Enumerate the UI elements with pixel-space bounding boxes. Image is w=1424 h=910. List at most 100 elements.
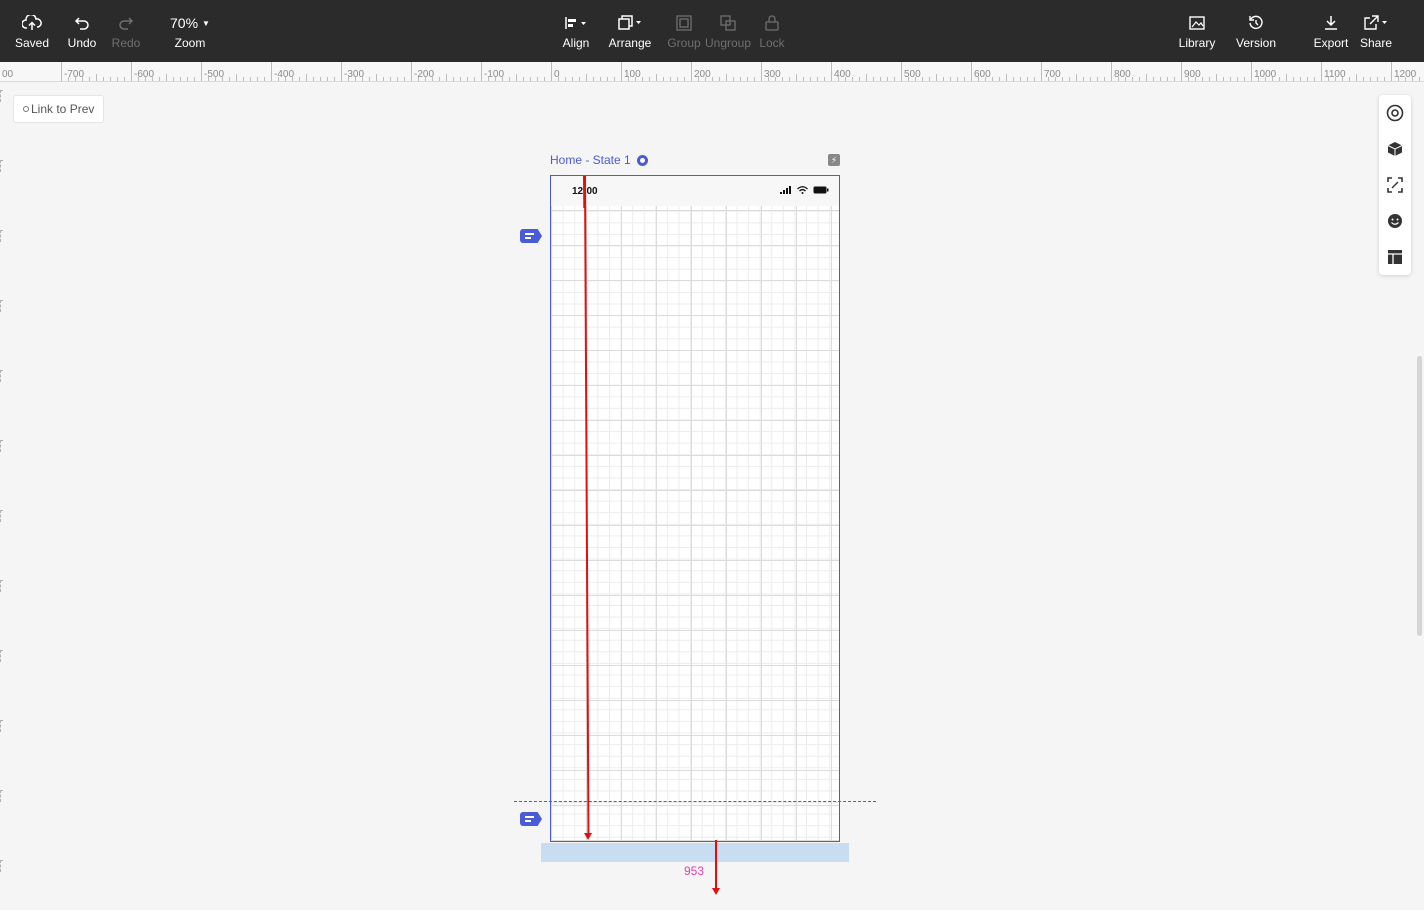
ruler-minor-tick — [1363, 77, 1364, 81]
cube-icon[interactable] — [1385, 139, 1405, 159]
ruler-minor-tick — [915, 77, 916, 81]
ruler-minor-tick — [1412, 77, 1413, 81]
ruler-minor-tick — [964, 77, 965, 81]
ruler-minor-tick — [432, 77, 433, 81]
ruler-minor-tick — [1300, 77, 1301, 81]
export-button[interactable]: Export — [1311, 0, 1351, 62]
ruler-minor-tick — [894, 77, 895, 81]
ruler-minor-tick — [922, 77, 923, 81]
ruler-major-tick — [341, 62, 342, 81]
ruler-minor-tick — [334, 77, 335, 81]
ruler-minor-tick — [698, 77, 699, 81]
ruler-minor-tick — [558, 77, 559, 81]
saved-button[interactable]: Saved — [12, 0, 52, 62]
ruler-minor-tick — [1272, 77, 1273, 81]
undo-icon — [74, 12, 90, 34]
ruler-minor-tick — [1370, 77, 1371, 81]
ruler-minor-tick — [1258, 77, 1259, 81]
red-guide-line-2 — [715, 840, 717, 889]
ruler-minor-tick — [488, 77, 489, 81]
ruler-minor-tick — [257, 77, 258, 81]
lock-label: Lock — [759, 36, 785, 50]
ruler-minor-tick — [222, 77, 223, 81]
ruler-major-tick — [1251, 62, 1252, 81]
link-to-prev-button[interactable]: Link to Prev — [13, 95, 105, 123]
wifi-icon — [797, 186, 808, 194]
version-button[interactable]: Version — [1232, 0, 1280, 62]
ruler-minor-tick — [1118, 77, 1119, 81]
ruler-minor-tick — [705, 77, 706, 81]
interaction-bolt-icon[interactable]: ⚡ — [828, 154, 840, 166]
guide-line-dashed[interactable] — [514, 801, 876, 802]
ruler-minor-tick — [187, 77, 188, 81]
state-badge-icon — [636, 154, 648, 166]
annotation-tag-icon-bottom[interactable] — [520, 812, 542, 826]
ruler-label: 500 — [904, 69, 921, 80]
selection-band — [541, 843, 849, 862]
ruler-minor-tick — [313, 77, 314, 81]
ruler-minor-tick — [159, 77, 160, 81]
ruler-minor-tick — [194, 77, 195, 81]
ruler-minor-tick — [789, 77, 790, 81]
target-icon[interactable] — [1385, 103, 1405, 123]
ruler-label: 700 — [1044, 69, 1061, 80]
emoji-icon[interactable] — [1385, 211, 1405, 231]
undo-button[interactable]: Undo — [63, 0, 101, 62]
ruler-minor-tick — [376, 74, 377, 81]
vertical-ruler-tick — [0, 300, 3, 312]
ungroup-button[interactable]: Ungroup — [704, 0, 752, 62]
ruler-minor-tick — [1335, 77, 1336, 81]
lock-button[interactable]: Lock — [756, 0, 788, 62]
battery-icon — [813, 186, 829, 194]
vertical-ruler-tick — [0, 90, 3, 102]
artboard-canvas[interactable]: 12:00 — [550, 175, 840, 842]
ruler-minor-tick — [586, 74, 587, 81]
top-toolbar: Saved Undo Redo 70% ▼ Zoom Align Arrange … — [0, 0, 1424, 62]
arrange-button[interactable]: Arrange — [605, 0, 655, 62]
vertical-scrollbar[interactable] — [1417, 356, 1422, 636]
ruler-minor-tick — [1216, 74, 1217, 81]
annotation-tag-icon[interactable] — [520, 229, 542, 243]
ruler-minor-tick — [117, 77, 118, 81]
ruler-minor-tick — [1377, 77, 1378, 81]
ruler-minor-tick — [453, 77, 454, 81]
share-button[interactable]: Share — [1358, 0, 1394, 62]
ruler-minor-tick — [495, 77, 496, 81]
group-button[interactable]: Group — [665, 0, 703, 62]
scan-icon[interactable] — [1385, 175, 1405, 195]
ruler-minor-tick — [740, 77, 741, 81]
ruler-minor-tick — [327, 77, 328, 81]
ruler-minor-tick — [810, 77, 811, 81]
ruler-minor-tick — [859, 77, 860, 81]
ruler-minor-tick — [229, 77, 230, 81]
ruler-minor-tick — [943, 77, 944, 81]
ruler-minor-tick — [1020, 77, 1021, 81]
ruler-minor-tick — [1090, 77, 1091, 81]
share-icon — [1363, 12, 1389, 34]
artboard-title[interactable]: Home - State 1 — [550, 153, 648, 167]
vertical-ruler-tick — [0, 860, 3, 872]
ruler-major-tick — [1181, 62, 1182, 81]
ruler-minor-tick — [152, 77, 153, 81]
ruler-minor-tick — [208, 77, 209, 81]
ruler-minor-tick — [719, 77, 720, 81]
ungroup-label: Ungroup — [704, 36, 752, 50]
library-button[interactable]: Library — [1175, 0, 1219, 62]
ruler-major-tick — [621, 62, 622, 81]
redo-button[interactable]: Redo — [108, 0, 144, 62]
ruler-minor-tick — [1195, 77, 1196, 81]
ruler-major-tick — [61, 62, 62, 81]
ruler-label: -600 — [134, 69, 155, 80]
zoom-dropdown[interactable]: 70% ▼ Zoom — [165, 0, 215, 62]
align-label: Align — [562, 36, 590, 50]
ruler-minor-tick — [628, 77, 629, 81]
ruler-minor-tick — [782, 77, 783, 81]
ruler-label: -200 — [414, 69, 435, 80]
ruler-minor-tick — [649, 77, 650, 81]
ruler-minor-tick — [383, 77, 384, 81]
version-label: Version — [1235, 36, 1277, 50]
align-button[interactable]: Align — [558, 0, 594, 62]
layout-icon[interactable] — [1385, 247, 1405, 267]
ruler-minor-tick — [369, 77, 370, 81]
ruler-minor-tick — [1125, 77, 1126, 81]
